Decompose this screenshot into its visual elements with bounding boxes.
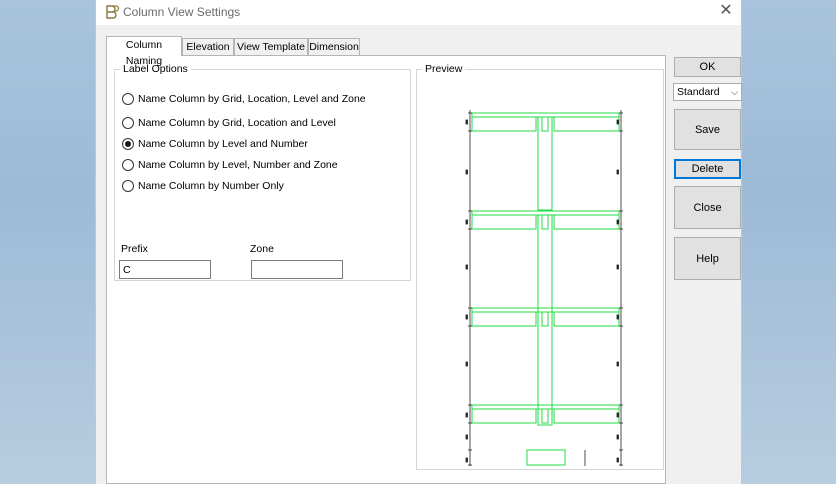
column-detail: [541, 408, 549, 424]
radio-button-icon: [122, 117, 134, 129]
dimension-text-mark: [465, 169, 468, 175]
close-button[interactable]: Close: [674, 186, 741, 229]
beam-right: [553, 408, 620, 424]
slab-line: [471, 112, 620, 118]
save-button[interactable]: Save: [674, 109, 741, 150]
tab-column-naming[interactable]: Column Naming: [106, 36, 182, 67]
radio-level-number[interactable]: Name Column by Level and Number: [122, 136, 308, 152]
template-select[interactable]: Standard ⌵: [673, 83, 742, 101]
radio-grid-location-level[interactable]: Name Column by Grid, Location and Level: [122, 115, 336, 131]
slab-line: [471, 307, 620, 313]
chevron-down-icon: ⌵: [731, 87, 738, 97]
beam-right: [553, 116, 620, 132]
radio-label: Name Column by Level and Number: [138, 138, 308, 150]
radio-level-number-zone[interactable]: Name Column by Level, Number and Zone: [122, 157, 338, 173]
dimension-text-mark: [616, 412, 619, 418]
app-logo-icon: [106, 5, 120, 19]
dimension-text-mark: [616, 434, 619, 440]
beam-left: [471, 214, 537, 230]
title-bar: Column View Settings ✕: [96, 0, 741, 25]
preview-group: Preview: [416, 63, 664, 470]
dimension-text-mark: [616, 264, 619, 270]
column-detail: [541, 311, 549, 327]
dimension-text-mark: [465, 361, 468, 367]
beam-right: [553, 311, 620, 327]
close-window-icon[interactable]: ✕: [717, 2, 735, 20]
dimension-text-mark: [465, 219, 468, 225]
prefix-input[interactable]: [119, 260, 211, 279]
delete-button[interactable]: Delete: [674, 159, 741, 179]
dimension-text-mark: [465, 457, 468, 463]
dimension-text-mark: [465, 434, 468, 440]
zone-label: Zone: [250, 243, 274, 255]
dimension-text-mark: [465, 264, 468, 270]
dimension-text-mark: [616, 361, 619, 367]
radio-button-selected-icon: [122, 138, 134, 150]
dimension-text-mark: [616, 169, 619, 175]
dimension-text-mark: [465, 412, 468, 418]
beam-left: [471, 116, 537, 132]
prefix-label: Prefix: [121, 243, 148, 255]
beam-right: [553, 214, 620, 230]
column-elevation-preview: [465, 110, 623, 466]
tab-dimension[interactable]: Dimension: [308, 38, 360, 55]
tab-elevation[interactable]: Elevation: [182, 38, 234, 55]
radio-label: Name Column by Grid, Location, Level and…: [138, 93, 366, 105]
slab-line: [471, 210, 620, 216]
dimension-text-mark: [616, 457, 619, 463]
zone-input[interactable]: [251, 260, 343, 279]
template-select-value: Standard: [677, 86, 720, 98]
ok-button[interactable]: OK: [674, 57, 741, 77]
radio-button-icon: [122, 180, 134, 192]
beam-left: [471, 311, 537, 327]
radio-label: Name Column by Grid, Location and Level: [138, 117, 336, 129]
column-detail: [541, 214, 549, 230]
tab-view-template[interactable]: View Template: [234, 38, 308, 55]
label-options-group: Label Options Name Column by Grid, Locat…: [114, 63, 411, 281]
footing: [526, 449, 566, 466]
dimension-text-mark: [465, 119, 468, 125]
radio-button-icon: [122, 159, 134, 171]
column-naming-panel: Label Options Name Column by Grid, Locat…: [106, 55, 666, 484]
preview-legend: Preview: [425, 63, 463, 75]
column-segment: [537, 214, 553, 426]
radio-label: Name Column by Level, Number and Zone: [138, 159, 338, 171]
radio-label: Name Column by Number Only: [138, 180, 284, 192]
radio-button-icon: [122, 93, 134, 105]
slab-line: [471, 404, 620, 410]
dimension-text-mark: [465, 314, 468, 320]
column-detail: [541, 116, 549, 132]
dimension-text-mark: [616, 119, 619, 125]
beam-left: [471, 408, 537, 424]
radio-number-only[interactable]: Name Column by Number Only: [122, 178, 284, 194]
dimension-text-mark: [616, 314, 619, 320]
radio-grid-location-level-zone[interactable]: Name Column by Grid, Location, Level and…: [122, 91, 366, 107]
column-view-settings-dialog: Column View Settings ✕ Column Naming Ele…: [95, 0, 742, 484]
help-button[interactable]: Help: [674, 237, 741, 280]
dimension-text-mark: [616, 219, 619, 225]
window-title: Column View Settings: [123, 5, 241, 19]
